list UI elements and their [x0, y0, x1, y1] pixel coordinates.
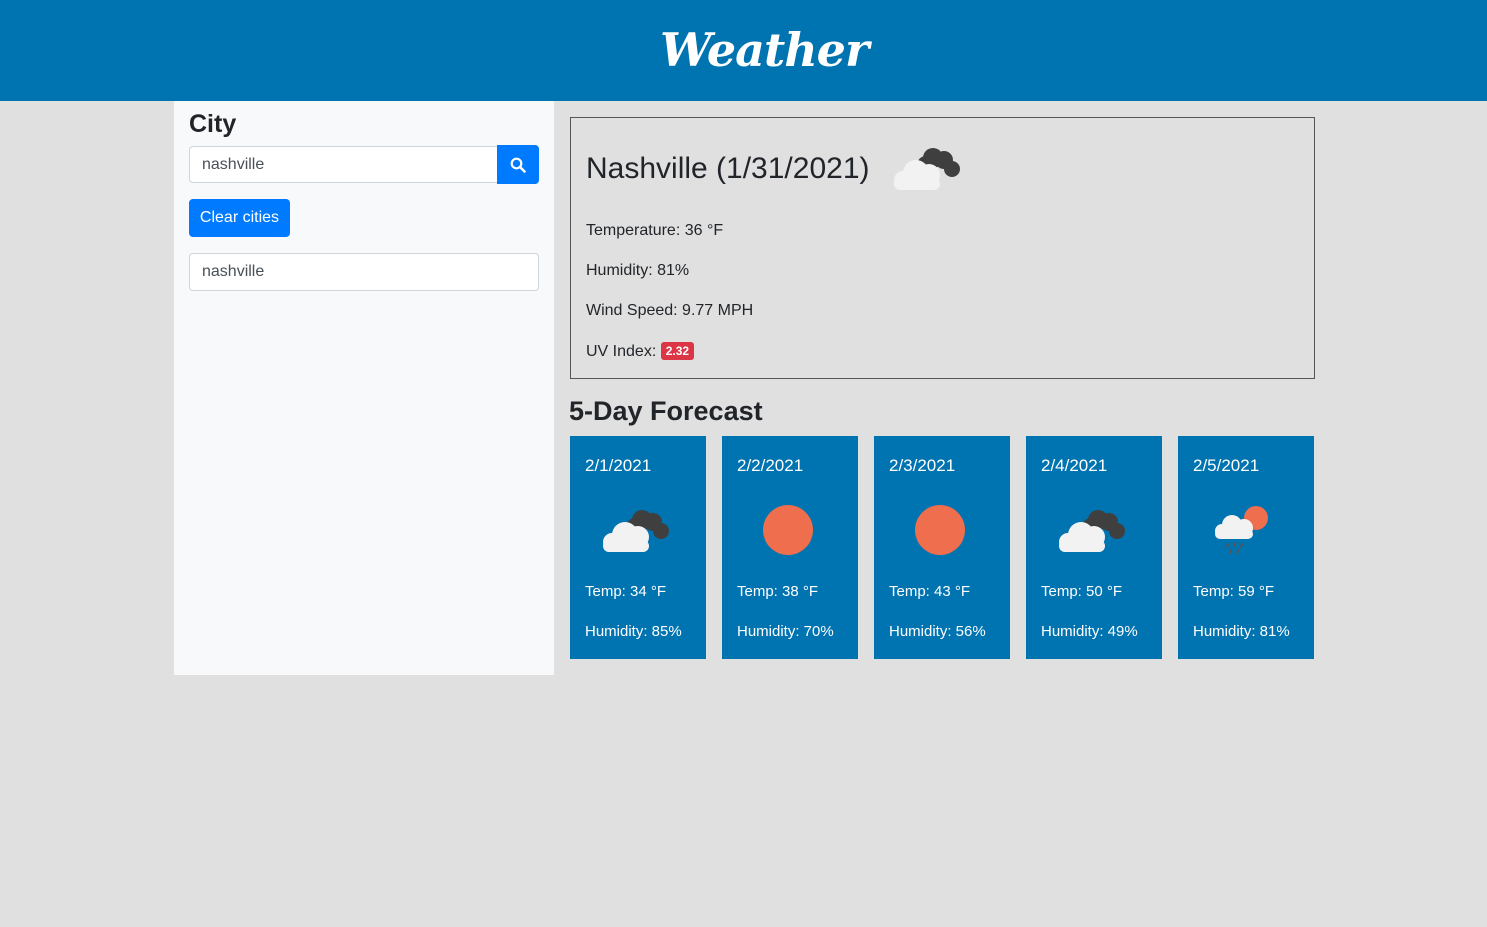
- city-search-input[interactable]: [189, 146, 498, 183]
- clear-sky-icon: [915, 505, 965, 555]
- forecast-humidity: Humidity: 70%: [737, 623, 834, 640]
- uv-index-badge: 2.32: [660, 342, 695, 360]
- sidebar: City Clear cities nashville: [174, 101, 554, 675]
- clear-sky-icon: [763, 505, 813, 555]
- forecast-card: 2/3/2021 Temp: 43 °F Humidity: 56%: [874, 436, 1010, 659]
- forecast-temp: Temp: 59 °F: [1193, 583, 1275, 600]
- city-history-item[interactable]: nashville: [189, 253, 539, 291]
- current-uv-index: UV Index: 2.32: [586, 342, 695, 361]
- forecast-card: 2/1/2021 Temp: 34 °F Humidity: 85%: [570, 436, 706, 659]
- forecast-card: 2/4/2021 Temp: 50 °F Humidity: 49%: [1026, 436, 1162, 659]
- current-wind-speed: Wind Speed: 9.77 MPH: [586, 302, 754, 319]
- broken-clouds-icon: [1059, 510, 1125, 552]
- rain-icon: [1215, 506, 1268, 554]
- forecast-humidity: Humidity: 85%: [585, 623, 682, 640]
- uv-index-label: UV Index:: [586, 343, 657, 360]
- forecast-temp: Temp: 50 °F: [1041, 583, 1123, 600]
- search-button[interactable]: [497, 145, 539, 184]
- forecast-date: 2/2/2021: [737, 456, 804, 475]
- forecast-temp: Temp: 34 °F: [585, 583, 667, 600]
- forecast-humidity: Humidity: 81%: [1193, 623, 1290, 640]
- broken-clouds-icon: [603, 510, 669, 552]
- current-temperature: Temperature: 36 °F: [586, 222, 724, 239]
- current-weather-panel: Nashville (1/31/2021) Temperature: 36 °F…: [570, 117, 1315, 379]
- header-bar: Weather: [0, 0, 1487, 101]
- forecast-date: 2/3/2021: [889, 456, 956, 475]
- forecast-date: 2/1/2021: [585, 456, 652, 475]
- forecast-card: 2/2/2021 Temp: 38 °F Humidity: 70%: [722, 436, 858, 659]
- weather-logo: Weather: [660, 23, 869, 77]
- current-city-title: Nashville (1/31/2021): [586, 152, 870, 185]
- forecast-date: 2/4/2021: [1041, 456, 1108, 475]
- forecast-temp: Temp: 43 °F: [889, 583, 971, 600]
- city-heading: City: [189, 110, 237, 138]
- current-humidity: Humidity: 81%: [586, 262, 690, 279]
- forecast-humidity: Humidity: 49%: [1041, 623, 1138, 640]
- forecast-heading: 5-Day Forecast: [569, 396, 763, 426]
- forecast-temp: Temp: 38 °F: [737, 583, 819, 600]
- forecast-date: 2/5/2021: [1193, 456, 1260, 475]
- forecast-card: 2/5/2021 Temp: 59 °F Humidity: 81%: [1178, 436, 1314, 659]
- search-icon: [510, 157, 526, 173]
- clear-cities-button[interactable]: Clear cities: [189, 199, 290, 237]
- broken-clouds-icon: [894, 148, 960, 190]
- forecast-humidity: Humidity: 56%: [889, 623, 986, 640]
